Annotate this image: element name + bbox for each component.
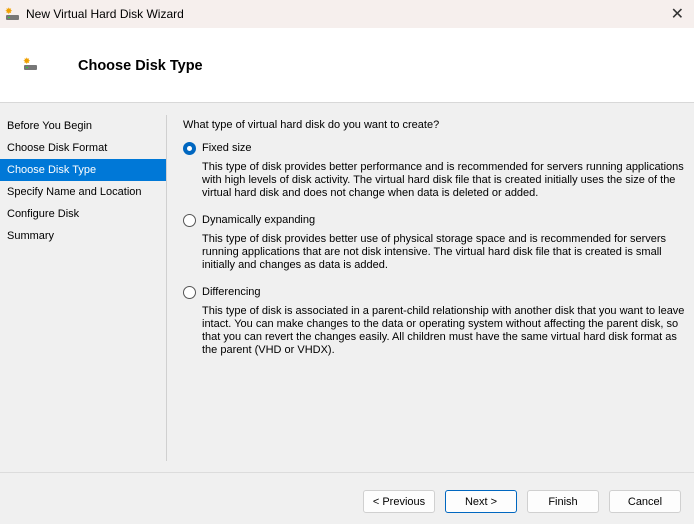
option-dynamically-expanding[interactable]: Dynamically expanding (183, 211, 693, 229)
step-summary[interactable]: Summary (0, 225, 166, 247)
question-label: What type of virtual hard disk do you wa… (183, 119, 440, 131)
wizard-steps: Before You Begin Choose Disk Format Choo… (0, 115, 166, 247)
step-choose-disk-type[interactable]: Choose Disk Type (0, 159, 166, 181)
virtual-disk-icon: ✸ (5, 6, 19, 20)
option-fixed-size[interactable]: Fixed size (183, 139, 693, 157)
previous-button[interactable]: < Previous (363, 490, 435, 513)
step-specify-name-location[interactable]: Specify Name and Location (0, 181, 166, 203)
title-bar: ✸ New Virtual Hard Disk Wizard ✕ (0, 0, 694, 28)
divider (166, 115, 167, 461)
window-title: New Virtual Hard Disk Wizard (26, 7, 184, 21)
option-description: This type of disk is associated in a par… (202, 305, 685, 356)
virtual-disk-icon: ✸ (23, 56, 37, 70)
next-button[interactable]: Next > (445, 490, 517, 513)
disk-type-panel: What type of virtual hard disk do you wa… (183, 119, 693, 368)
finish-button[interactable]: Finish (527, 490, 599, 513)
wizard-header: ✸ Choose Disk Type (0, 28, 694, 103)
option-label: Fixed size (202, 142, 252, 154)
option-description: This type of disk provides better use of… (202, 233, 667, 271)
option-differencing[interactable]: Differencing (183, 283, 693, 301)
step-before-you-begin[interactable]: Before You Begin (0, 115, 166, 137)
page-title: Choose Disk Type (78, 58, 203, 74)
close-button[interactable]: ✕ (671, 4, 684, 24)
step-configure-disk[interactable]: Configure Disk (0, 203, 166, 225)
step-choose-disk-format[interactable]: Choose Disk Format (0, 137, 166, 159)
cancel-button[interactable]: Cancel (609, 490, 681, 513)
option-label: Dynamically expanding (202, 214, 316, 226)
radio-fixed-size[interactable] (183, 141, 196, 155)
option-label: Differencing (202, 286, 261, 298)
radio-dynamically-expanding[interactable] (183, 213, 196, 227)
option-description: This type of disk provides better perfor… (202, 161, 684, 199)
radio-differencing[interactable] (183, 285, 196, 299)
footer-divider (0, 472, 694, 473)
